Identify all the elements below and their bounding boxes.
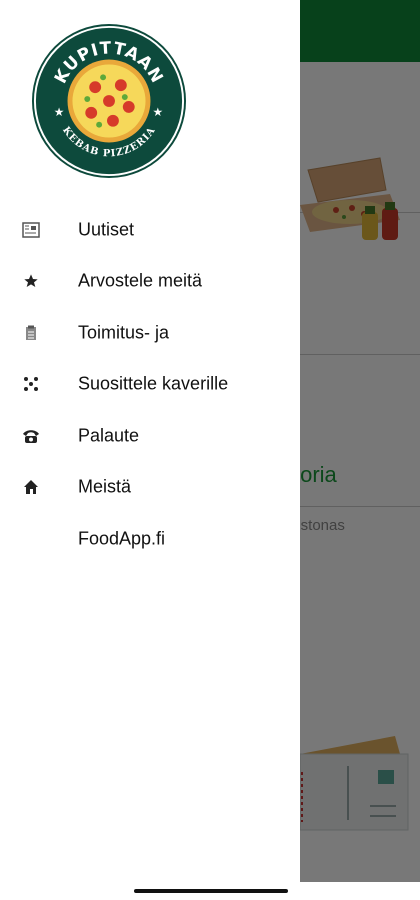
restaurant-logo: KUPITTAAN KEBAB PIZZERIA ★ ★: [31, 23, 187, 179]
menu-item-news[interactable]: Uutiset: [0, 204, 300, 256]
home-icon: [20, 476, 42, 498]
newspaper-icon: [20, 219, 42, 241]
menu-item-rate-us[interactable]: Arvostele meitä: [0, 256, 300, 308]
menu-item-recommend[interactable]: Suosittele kaverille: [0, 359, 300, 411]
menu-item-foodapp[interactable]: FoodApp.fi: [0, 513, 300, 565]
star-icon: [20, 270, 42, 292]
menu-item-label: Suosittele kaverille: [78, 373, 229, 394]
menu-item-label: Meistä: [78, 476, 132, 497]
menu-item-about-us[interactable]: Meistä: [0, 462, 300, 514]
menu-item-feedback[interactable]: Palaute: [0, 410, 300, 462]
menu-item-delivery-terms[interactable]: Toimitus- ja: [0, 307, 300, 359]
menu-item-label: Arvostele meitä: [78, 270, 203, 291]
navigation-drawer: KUPITTAAN KEBAB PIZZERIA ★ ★ Uutiset Arv…: [0, 0, 300, 882]
menu-item-label: Palaute: [78, 425, 140, 446]
phone-icon: [20, 425, 42, 447]
logo-star-right: ★: [152, 105, 163, 119]
menu-item-label: FoodApp.fi: [78, 528, 166, 549]
home-indicator[interactable]: [134, 889, 288, 893]
share-icon: [20, 373, 42, 395]
drawer-menu: Uutiset Arvostele meitä Toimitus- ja Suo…: [0, 204, 300, 565]
logo-star-left: ★: [54, 105, 65, 119]
document-icon: [20, 322, 42, 344]
menu-item-label: Toimitus- ja: [78, 322, 170, 343]
menu-item-label: Uutiset: [78, 219, 135, 240]
